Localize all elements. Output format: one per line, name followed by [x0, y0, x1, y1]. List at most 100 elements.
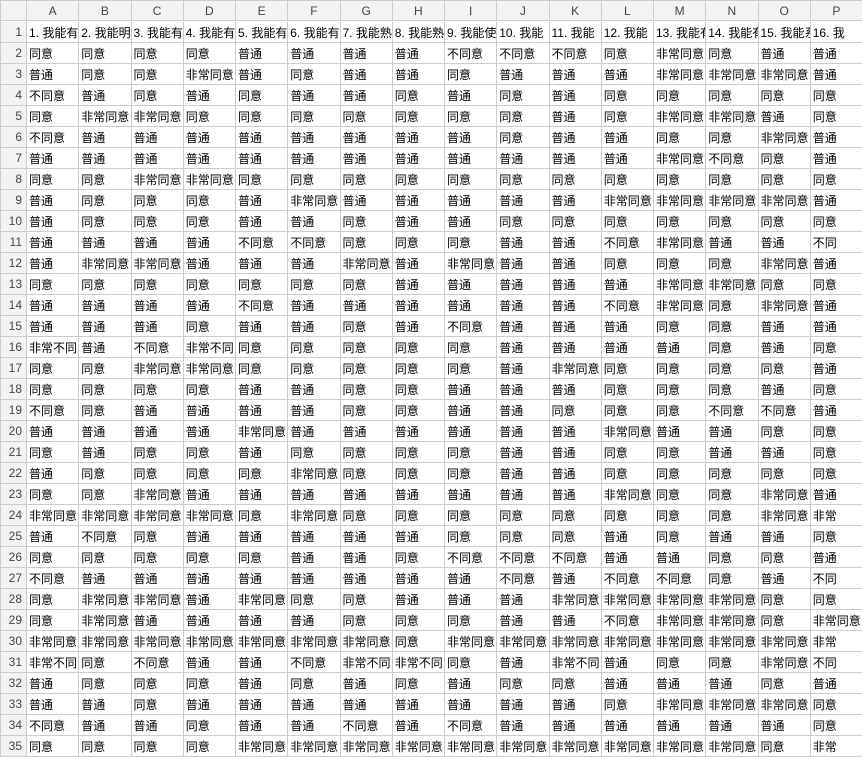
- row-header-25[interactable]: 25: [1, 526, 27, 547]
- cell[interactable]: 普通: [79, 337, 131, 358]
- cell[interactable]: 同意: [341, 505, 393, 526]
- cell[interactable]: 普通: [654, 673, 706, 694]
- cell[interactable]: 普通: [445, 673, 497, 694]
- cell[interactable]: 同意: [27, 442, 79, 463]
- cell[interactable]: 普通: [341, 421, 393, 442]
- cell[interactable]: 同意: [550, 505, 602, 526]
- row-header-28[interactable]: 28: [1, 589, 27, 610]
- cell[interactable]: 普通: [27, 463, 79, 484]
- cell[interactable]: 普通: [497, 337, 549, 358]
- cell[interactable]: 非常同意: [132, 253, 184, 274]
- cell[interactable]: 普通: [27, 673, 79, 694]
- cell[interactable]: 非常不同: [341, 652, 393, 673]
- cell[interactable]: 普通: [550, 442, 602, 463]
- cell[interactable]: 非常同意: [706, 589, 758, 610]
- cell[interactable]: 同意: [497, 106, 549, 127]
- cell[interactable]: 同意: [184, 736, 236, 757]
- cell[interactable]: 普通: [550, 85, 602, 106]
- cell[interactable]: 非常同意: [602, 421, 654, 442]
- cell[interactable]: 同意: [132, 442, 184, 463]
- cell[interactable]: 同意: [79, 673, 131, 694]
- cell[interactable]: 非常同意: [393, 736, 445, 757]
- cell[interactable]: 非常同意: [654, 43, 706, 64]
- cell[interactable]: 普通: [811, 484, 862, 505]
- cell[interactable]: 同意: [445, 232, 497, 253]
- cell[interactable]: 同意: [497, 211, 549, 232]
- cell[interactable]: 普通: [497, 589, 549, 610]
- cell[interactable]: 非常同意: [602, 736, 654, 757]
- spreadsheet-grid[interactable]: ABCDEFGHIJKLMNOP11. 我能有2. 我能明3. 我能有4. 我能…: [0, 0, 862, 757]
- cell[interactable]: 同意: [811, 379, 862, 400]
- cell[interactable]: 普通: [27, 232, 79, 253]
- cell[interactable]: 不同意: [497, 547, 549, 568]
- cell[interactable]: 同意: [79, 274, 131, 295]
- cell[interactable]: 不同意: [132, 337, 184, 358]
- cell[interactable]: 同意: [27, 736, 79, 757]
- cell[interactable]: 普通: [27, 190, 79, 211]
- cell[interactable]: 不同: [811, 652, 862, 673]
- cell[interactable]: 普通: [236, 190, 288, 211]
- cell[interactable]: 非常同意: [759, 694, 811, 715]
- cell[interactable]: 同意: [393, 169, 445, 190]
- cell[interactable]: 同意: [602, 106, 654, 127]
- cell[interactable]: 普通: [393, 316, 445, 337]
- cell[interactable]: 普通: [445, 85, 497, 106]
- cell[interactable]: 普通: [602, 127, 654, 148]
- cell[interactable]: 不同意: [602, 295, 654, 316]
- cell[interactable]: 不同意: [132, 652, 184, 673]
- cell[interactable]: 同意: [654, 484, 706, 505]
- col-header-L[interactable]: L: [602, 1, 654, 21]
- cell[interactable]: 普通: [393, 568, 445, 589]
- cell[interactable]: 同意: [602, 442, 654, 463]
- cell[interactable]: 非常同意: [132, 589, 184, 610]
- cell[interactable]: 同意: [497, 169, 549, 190]
- cell[interactable]: 不同意: [602, 610, 654, 631]
- cell[interactable]: 非常同意: [236, 631, 288, 652]
- cell[interactable]: 同意: [341, 337, 393, 358]
- col-header-O[interactable]: O: [759, 1, 811, 21]
- cell[interactable]: 非常不同: [27, 652, 79, 673]
- cell[interactable]: 普通: [184, 484, 236, 505]
- cell[interactable]: 普通: [550, 421, 602, 442]
- cell[interactable]: 普通: [602, 547, 654, 568]
- cell[interactable]: 普通: [602, 148, 654, 169]
- row-header-16[interactable]: 16: [1, 337, 27, 358]
- cell[interactable]: 非常同意: [654, 274, 706, 295]
- cell[interactable]: 非常同意: [132, 631, 184, 652]
- cell[interactable]: 同意: [288, 337, 340, 358]
- cell[interactable]: 非常同意: [236, 589, 288, 610]
- cell[interactable]: 同意: [706, 211, 758, 232]
- cell[interactable]: 非常同意: [654, 631, 706, 652]
- cell[interactable]: 同意: [79, 463, 131, 484]
- col-header-N[interactable]: N: [706, 1, 758, 21]
- cell[interactable]: 普通: [393, 295, 445, 316]
- cell[interactable]: 同意: [393, 358, 445, 379]
- col-header-B[interactable]: B: [79, 1, 131, 21]
- cell[interactable]: 非常同意: [27, 631, 79, 652]
- cell[interactable]: 普通: [497, 232, 549, 253]
- cell[interactable]: 普通: [288, 715, 340, 736]
- cell[interactable]: 同意: [706, 43, 758, 64]
- row-header-4[interactable]: 4: [1, 85, 27, 106]
- cell[interactable]: 普通: [602, 652, 654, 673]
- cell[interactable]: 普通: [706, 442, 758, 463]
- cell[interactable]: 普通: [550, 64, 602, 85]
- cell[interactable]: 同意: [811, 85, 862, 106]
- cell[interactable]: 同意: [236, 274, 288, 295]
- cell[interactable]: 同意: [184, 43, 236, 64]
- row-header-15[interactable]: 15: [1, 316, 27, 337]
- cell[interactable]: 普通: [79, 715, 131, 736]
- cell[interactable]: 同意: [184, 715, 236, 736]
- cell[interactable]: 同意: [393, 631, 445, 652]
- cell[interactable]: 同意: [288, 169, 340, 190]
- cell[interactable]: 同意: [811, 694, 862, 715]
- cell[interactable]: 不同: [811, 568, 862, 589]
- cell[interactable]: 同意: [184, 463, 236, 484]
- cell[interactable]: 普通: [288, 43, 340, 64]
- cell[interactable]: 不同意: [236, 295, 288, 316]
- cell[interactable]: 普通: [184, 253, 236, 274]
- cell[interactable]: 不同意: [288, 652, 340, 673]
- cell[interactable]: 普通: [288, 400, 340, 421]
- cell[interactable]: 不同意: [445, 316, 497, 337]
- col-header-M[interactable]: M: [654, 1, 706, 21]
